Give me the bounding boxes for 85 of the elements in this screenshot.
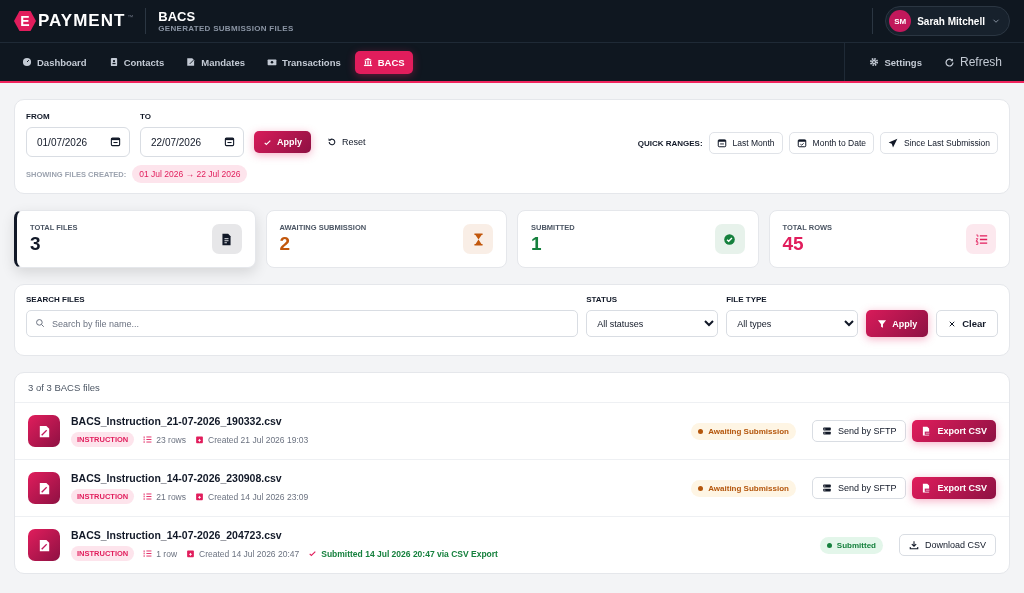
file-name[interactable]: BACS_Instruction_21-07-2026_190332.csv xyxy=(71,415,681,427)
check-circle-icon xyxy=(723,232,736,246)
created-date: Created 14 Jul 2026 20:47 xyxy=(199,548,300,559)
status-select[interactable]: All statuses xyxy=(586,310,719,337)
nav-tab[interactable]: Mandates xyxy=(178,50,254,74)
download-csv-button[interactable]: Download CSV xyxy=(898,534,996,556)
list-icon xyxy=(143,492,153,501)
close-icon xyxy=(948,319,957,328)
status-badge: Submitted xyxy=(819,536,883,554)
stat-value: 3 xyxy=(30,233,42,255)
refresh-button[interactable]: Refresh xyxy=(935,49,1010,75)
field-label: SEARCH FILES xyxy=(26,295,86,304)
field-label: FILE TYPE xyxy=(726,295,768,304)
calendar-icon xyxy=(716,138,727,148)
field-label: STATUS xyxy=(586,295,619,304)
csv-file-icon xyxy=(921,483,932,493)
bank-icon xyxy=(362,57,373,67)
reset-button[interactable]: Reset xyxy=(321,131,372,153)
server-icon xyxy=(821,426,832,436)
contact-card-icon xyxy=(108,57,119,67)
document-pen-icon xyxy=(186,57,197,67)
calendar-icon xyxy=(195,435,204,444)
calendar-icon xyxy=(186,549,196,558)
check-icon xyxy=(263,137,272,147)
field-label: FROM xyxy=(26,112,51,121)
hourglass-icon xyxy=(471,232,485,246)
calendar-icon xyxy=(110,136,121,147)
refresh-icon xyxy=(943,56,955,68)
apply-button[interactable]: Apply xyxy=(866,310,929,337)
status-badge: Awaiting Submission xyxy=(691,479,796,497)
stat-value: 45 xyxy=(782,233,805,255)
quick-range-button[interactable]: Month to Date xyxy=(788,132,874,154)
csv-file-icon xyxy=(921,426,932,436)
created-date: Created 14 Jul 2026 23:09 xyxy=(208,491,309,502)
file-name[interactable]: BACS_Instruction_14-07-2026_230908.csv xyxy=(71,472,681,484)
server-icon xyxy=(821,483,832,493)
download-icon xyxy=(908,540,919,550)
calendar-icon xyxy=(224,136,235,147)
file-type-select[interactable]: All types xyxy=(726,310,859,337)
settings-icon xyxy=(869,57,880,67)
created-date: Created 21 Jul 2026 19:03 xyxy=(208,434,309,445)
file-count: 3 of 3 BACS files xyxy=(28,382,100,393)
settings-button[interactable]: Settings xyxy=(861,50,930,74)
numbered-list-icon xyxy=(974,232,988,246)
calendar-check-icon xyxy=(796,138,807,148)
avatar: SM xyxy=(889,10,912,32)
gauge-icon xyxy=(22,57,32,67)
clear-button[interactable]: Clear xyxy=(936,310,998,337)
list-icon xyxy=(143,435,153,444)
row-count: 1 row xyxy=(156,548,178,559)
row-count: 21 rows xyxy=(156,491,186,502)
nav-tab[interactable]: Contacts xyxy=(100,50,173,74)
quick-ranges-label: QUICK RANGES: xyxy=(637,138,703,148)
export-csv-button[interactable]: Export CSV xyxy=(912,420,996,442)
check-icon xyxy=(308,549,318,558)
export-csv-button[interactable]: Export CSV xyxy=(912,477,996,499)
nav-tab[interactable]: Dashboard xyxy=(14,50,95,74)
stat-value: 1 xyxy=(531,233,543,255)
reset-icon xyxy=(327,137,337,147)
calendar-icon xyxy=(195,492,204,501)
send-sftp-button[interactable]: Send by SFTP xyxy=(811,420,907,442)
row-count: 23 rows xyxy=(156,434,186,445)
date-field[interactable]: 22/07/2026 xyxy=(140,127,244,157)
quick-range-button[interactable]: Since Last Submission xyxy=(880,132,998,154)
file-name[interactable]: BACS_Instruction_14-07-2026_204723.csv xyxy=(71,529,809,541)
status-badge: Awaiting Submission xyxy=(691,422,796,440)
page-title: BACS xyxy=(158,9,197,24)
document-icon xyxy=(220,232,233,246)
filter-icon xyxy=(877,318,888,329)
nav-tab[interactable]: BACS xyxy=(354,50,413,74)
page-subtitle: GENERATED SUBMISSION FILES xyxy=(158,24,294,33)
quick-range-button[interactable]: Last Month xyxy=(708,132,783,154)
user-menu[interactable]: SM Sarah Mitchell xyxy=(885,6,1010,36)
send-sftp-button[interactable]: Send by SFTP xyxy=(811,477,907,499)
date-field[interactable]: 01/07/2026 xyxy=(26,127,130,157)
list-icon xyxy=(143,549,153,558)
banknote-icon xyxy=(267,57,278,67)
paper-plane-icon xyxy=(888,138,898,148)
apply-button[interactable]: Apply xyxy=(254,131,311,153)
submitted-note: Submitted 14 Jul 2026 20:47 via CSV Export xyxy=(321,548,498,559)
nav-tab[interactable]: Transactions xyxy=(259,50,349,74)
date-range-chip: 01 Jul 2026 → 22 Jul 2026 xyxy=(132,165,248,183)
field-label: TO xyxy=(140,112,152,121)
search-field[interactable]: Search by file name... xyxy=(26,310,579,337)
stat-value: 2 xyxy=(279,233,292,255)
